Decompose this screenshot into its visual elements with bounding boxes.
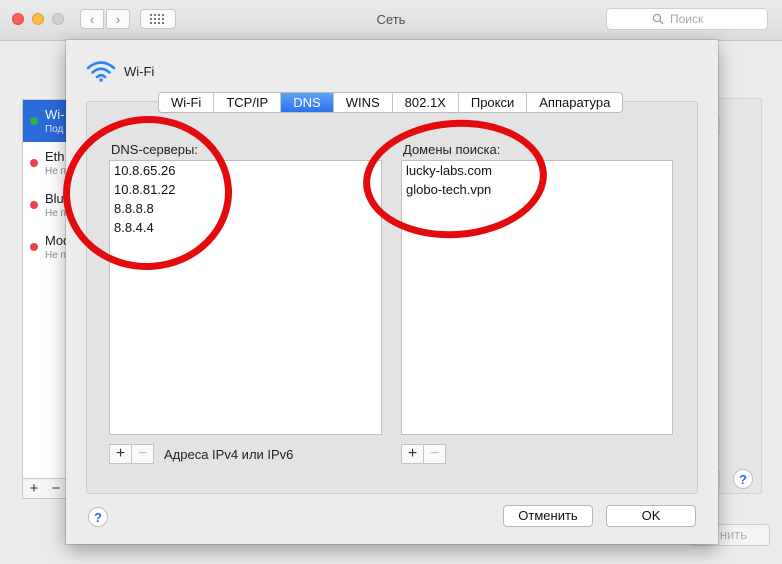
service-name: Eth [45,149,65,164]
service-status: Не п [45,208,66,219]
sheet-header: Wi-Fi [86,60,154,82]
service-item-modem[interactable]: Mod Не п [23,226,68,268]
list-item[interactable]: 8.8.8.8 [110,199,381,218]
help-button[interactable]: ? [88,507,108,527]
question-icon: ? [739,471,747,487]
service-list-controls: + − [22,478,68,499]
question-icon: ? [94,509,102,525]
service-status: Не п [45,250,66,261]
service-name: Mod [45,233,68,248]
sheet-title: Wi-Fi [124,63,155,79]
list-item[interactable]: lucky-labs.com [402,161,672,180]
tab-wins[interactable]: WINS [334,93,393,112]
titlebar: ‹ › Сеть [0,0,782,41]
remove-dns-server-button[interactable]: − [132,445,153,463]
dns-servers-controls: + − [109,444,154,464]
cancel-button[interactable]: Отменить [503,505,593,527]
search-domains-controls: + − [401,444,446,464]
status-dot-icon [30,117,38,125]
service-name: Wi- [45,107,65,122]
search-domains-list[interactable]: lucky-labs.com globo-tech.vpn [401,160,673,435]
tab-8021x[interactable]: 802.1X [393,93,459,112]
list-item[interactable]: 8.8.4.4 [110,218,381,237]
tab-tcpip[interactable]: TCP/IP [214,93,282,112]
search-input[interactable] [668,11,722,27]
tab-wifi[interactable]: Wi-Fi [159,93,215,112]
advanced-settings-sheet: Wi-Fi Wi-Fi TCP/IP DNS WINS 802.1X Прокс… [66,40,718,544]
search-domains-label: Домены поиска: [403,142,501,157]
search-icon [652,13,664,25]
service-item-wifi[interactable]: Wi- Под [23,100,67,142]
add-dns-server-button[interactable]: + [110,445,132,463]
tab-proxy[interactable]: Прокси [459,93,528,112]
service-status: Не п [45,166,66,177]
tab-hardware[interactable]: Аппаратура [527,93,622,112]
dns-address-hint: Адреса IPv4 или IPv6 [164,447,294,462]
status-dot-icon [30,159,38,167]
status-dot-icon [30,201,38,209]
service-list: Wi- Под Eth Не п Blu Не п Mod Не п [22,99,68,499]
search-field[interactable] [606,8,768,30]
dns-servers-list[interactable]: 10.8.65.26 10.8.81.22 8.8.8.8 8.8.4.4 [109,160,382,435]
remove-service-button[interactable]: − [45,479,67,498]
list-item[interactable]: globo-tech.vpn [402,180,672,199]
service-item-ethernet[interactable]: Eth Не п [23,142,67,184]
list-item[interactable]: 10.8.65.26 [110,161,381,180]
remove-search-domain-button[interactable]: − [424,445,445,463]
tab-bar: Wi-Fi TCP/IP DNS WINS 802.1X Прокси Аппа… [158,92,624,113]
status-dot-icon [30,243,38,251]
tab-dns[interactable]: DNS [281,93,334,112]
wifi-icon [86,61,116,82]
service-item-bluetooth[interactable]: Blu Не п [23,184,67,226]
dns-servers-label: DNS-серверы: [111,142,198,157]
add-search-domain-button[interactable]: + [402,445,424,463]
ok-button[interactable]: OK [606,505,696,527]
help-button-background[interactable]: ? [733,469,753,489]
list-item[interactable]: 10.8.81.22 [110,180,381,199]
service-name: Blu [45,191,64,206]
add-service-button[interactable]: + [23,479,45,498]
service-status: Под [45,124,64,135]
